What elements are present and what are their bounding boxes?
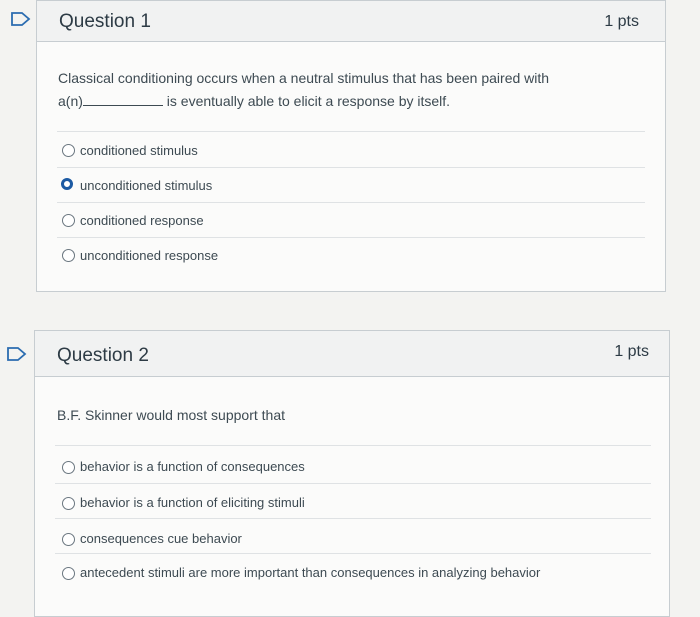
flag-question-2-icon[interactable] xyxy=(6,346,28,362)
radio-button[interactable] xyxy=(62,567,75,580)
fill-in-blank xyxy=(82,93,163,106)
question-1-divider xyxy=(57,131,645,132)
answer-divider xyxy=(57,237,645,238)
question-2-answer-option[interactable]: behavior is a function of eliciting stim… xyxy=(35,487,669,517)
answer-label[interactable]: antecedent stimuli are more important th… xyxy=(80,565,540,580)
answer-label[interactable]: conditioned stimulus xyxy=(80,143,198,158)
question-2-title: Question 2 xyxy=(57,345,149,366)
radio-button[interactable] xyxy=(62,144,75,157)
question-2-answer-option[interactable]: behavior is a function of consequences xyxy=(35,451,669,481)
answer-label[interactable]: behavior is a function of eliciting stim… xyxy=(80,495,305,510)
question-1-card: Question 1 1 pts Classical conditioning … xyxy=(36,0,666,292)
question-1-prompt-line2: a(n) is eventually able to elicit a resp… xyxy=(58,90,618,113)
radio-button[interactable] xyxy=(62,214,75,227)
answer-divider xyxy=(55,553,651,554)
answer-divider xyxy=(57,167,645,168)
flag-question-1-icon[interactable] xyxy=(10,11,32,27)
answer-divider xyxy=(55,518,651,519)
answer-label[interactable]: unconditioned response xyxy=(80,248,218,263)
answer-divider xyxy=(57,202,645,203)
question-1-prompt-suffix: is eventually able to elicit a response … xyxy=(166,93,451,109)
question-2-prompt: B.F. Skinner would most support that xyxy=(57,407,285,423)
answer-label[interactable]: unconditioned stimulus xyxy=(80,178,212,193)
question-1-title: Question 1 xyxy=(59,11,151,32)
question-2-header: Question 2 1 pts xyxy=(35,331,669,377)
question-1-answer-option-selected[interactable]: unconditioned stimulus xyxy=(37,170,665,200)
question-1-header: Question 1 1 pts xyxy=(37,1,665,42)
question-2-answer-option[interactable]: consequences cue behavior xyxy=(35,523,669,553)
radio-button[interactable] xyxy=(62,249,75,262)
answer-label[interactable]: consequences cue behavior xyxy=(80,531,242,546)
question-1-prompt-line1: Classical conditioning occurs when a neu… xyxy=(58,70,550,86)
radio-button[interactable] xyxy=(62,533,75,546)
radio-button[interactable] xyxy=(62,497,75,510)
question-2-points: 1 pts xyxy=(614,343,649,360)
question-1-prompt-prefix: a(n) xyxy=(58,93,83,109)
radio-button[interactable] xyxy=(62,461,75,474)
answer-label[interactable]: conditioned response xyxy=(80,213,204,228)
question-2-answer-option[interactable]: antecedent stimuli are more important th… xyxy=(35,557,669,587)
radio-button-selected[interactable] xyxy=(61,178,73,190)
question-1-points: 1 pts xyxy=(604,13,639,30)
question-2-card: Question 2 1 pts B.F. Skinner would most… xyxy=(34,330,670,617)
question-1-answer-option[interactable]: unconditioned response xyxy=(37,240,665,270)
answer-label[interactable]: behavior is a function of consequences xyxy=(80,459,305,474)
answer-divider xyxy=(55,483,651,484)
question-1-answer-option[interactable]: conditioned response xyxy=(37,205,665,235)
question-1-answer-option[interactable]: conditioned stimulus xyxy=(37,135,665,165)
question-1-prompt: Classical conditioning occurs when a neu… xyxy=(58,67,618,113)
question-2-divider xyxy=(55,445,651,446)
